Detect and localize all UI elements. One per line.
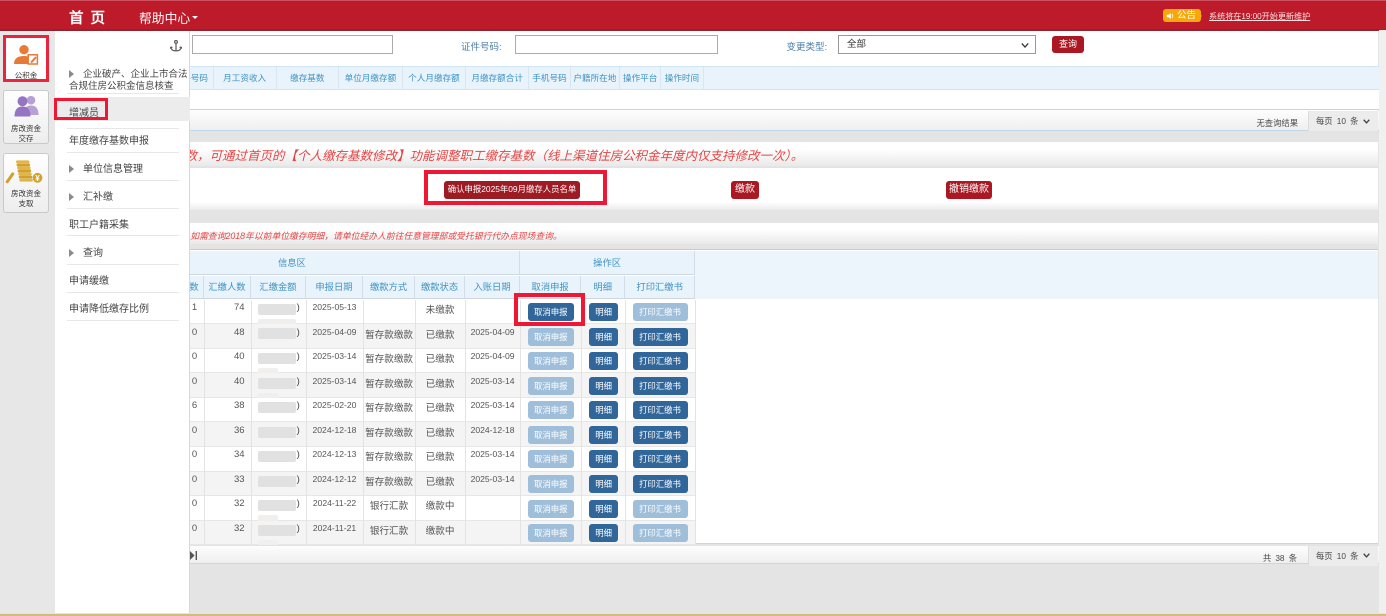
svg-text:¥: ¥ — [35, 174, 40, 183]
